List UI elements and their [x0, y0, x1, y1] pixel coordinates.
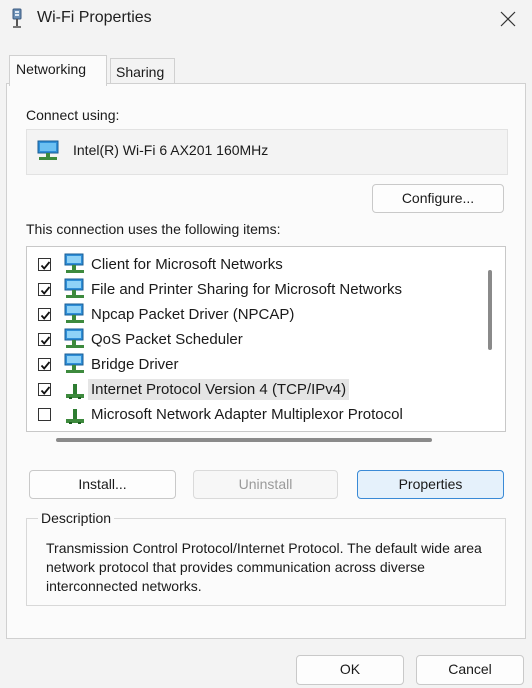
item-checkbox[interactable]: [38, 308, 51, 321]
item-label: Internet Protocol Version 4 (TCP/IPv4): [88, 379, 350, 400]
item-checkbox[interactable]: [38, 358, 51, 371]
items-label: This connection uses the following items…: [26, 221, 281, 237]
window-title: Wi-Fi Properties: [37, 9, 152, 26]
close-icon: [500, 11, 516, 27]
items-list[interactable]: Client for Microsoft Networks File and P…: [26, 246, 506, 432]
vertical-scrollbar[interactable]: [488, 270, 492, 350]
connect-using-label: Connect using:: [26, 107, 120, 123]
tab-networking[interactable]: Networking: [9, 55, 107, 86]
item-label: Microsoft Network Adapter Multiplexor Pr…: [91, 406, 403, 423]
horizontal-scrollbar[interactable]: [56, 438, 432, 442]
install-button[interactable]: Install...: [29, 470, 176, 499]
item-label: QoS Packet Scheduler: [91, 331, 243, 348]
list-item[interactable]: Internet Protocol Version 4 (TCP/IPv4): [27, 377, 487, 402]
item-label: Bridge Driver: [91, 356, 179, 373]
item-label: Client for Microsoft Networks: [91, 256, 283, 273]
tab-sharing-label: Sharing: [116, 64, 165, 80]
cancel-button[interactable]: Cancel: [416, 655, 524, 685]
adapter-name: Intel(R) Wi-Fi 6 AX201 160MHz: [73, 142, 269, 158]
protocol-icon: [66, 409, 84, 424]
item-label: Npcap Packet Driver (NPCAP): [91, 306, 295, 323]
ok-button[interactable]: OK: [296, 655, 404, 685]
item-checkbox[interactable]: [38, 383, 51, 396]
description-text: Transmission Control Protocol/Internet P…: [46, 540, 482, 594]
description-legend: Description: [38, 510, 115, 526]
list-item[interactable]: File and Printer Sharing for Microsoft N…: [27, 277, 487, 302]
list-item[interactable]: Microsoft Network Adapter Multiplexor Pr…: [27, 402, 487, 427]
adapter-box: Intel(R) Wi-Fi 6 AX201 160MHz: [26, 129, 508, 175]
item-label: File and Printer Sharing for Microsoft N…: [91, 281, 402, 298]
properties-button[interactable]: Properties: [357, 470, 504, 499]
tab-networking-label: Networking: [16, 61, 87, 77]
title-bar: Wi-Fi Properties: [0, 0, 532, 38]
network-service-icon: [64, 328, 84, 348]
network-properties-icon: [12, 8, 22, 28]
item-checkbox[interactable]: [38, 408, 51, 421]
network-adapter-icon: [37, 140, 59, 160]
list-item[interactable]: QoS Packet Scheduler: [27, 327, 487, 352]
list-item[interactable]: Client for Microsoft Networks: [27, 252, 487, 277]
list-item[interactable]: Npcap Packet Driver (NPCAP): [27, 302, 487, 327]
item-checkbox[interactable]: [38, 258, 51, 271]
uninstall-button[interactable]: Uninstall: [193, 470, 338, 499]
item-checkbox[interactable]: [38, 283, 51, 296]
list-item[interactable]: Bridge Driver: [27, 352, 487, 377]
close-button[interactable]: [486, 0, 532, 38]
tab-sharing[interactable]: Sharing: [110, 58, 175, 86]
configure-button[interactable]: Configure...: [372, 184, 504, 213]
network-client-icon: [64, 253, 84, 273]
network-service-icon: [64, 303, 84, 323]
network-service-icon: [64, 353, 84, 373]
network-service-icon: [64, 278, 84, 298]
item-checkbox[interactable]: [38, 333, 51, 346]
protocol-icon: [66, 384, 84, 399]
